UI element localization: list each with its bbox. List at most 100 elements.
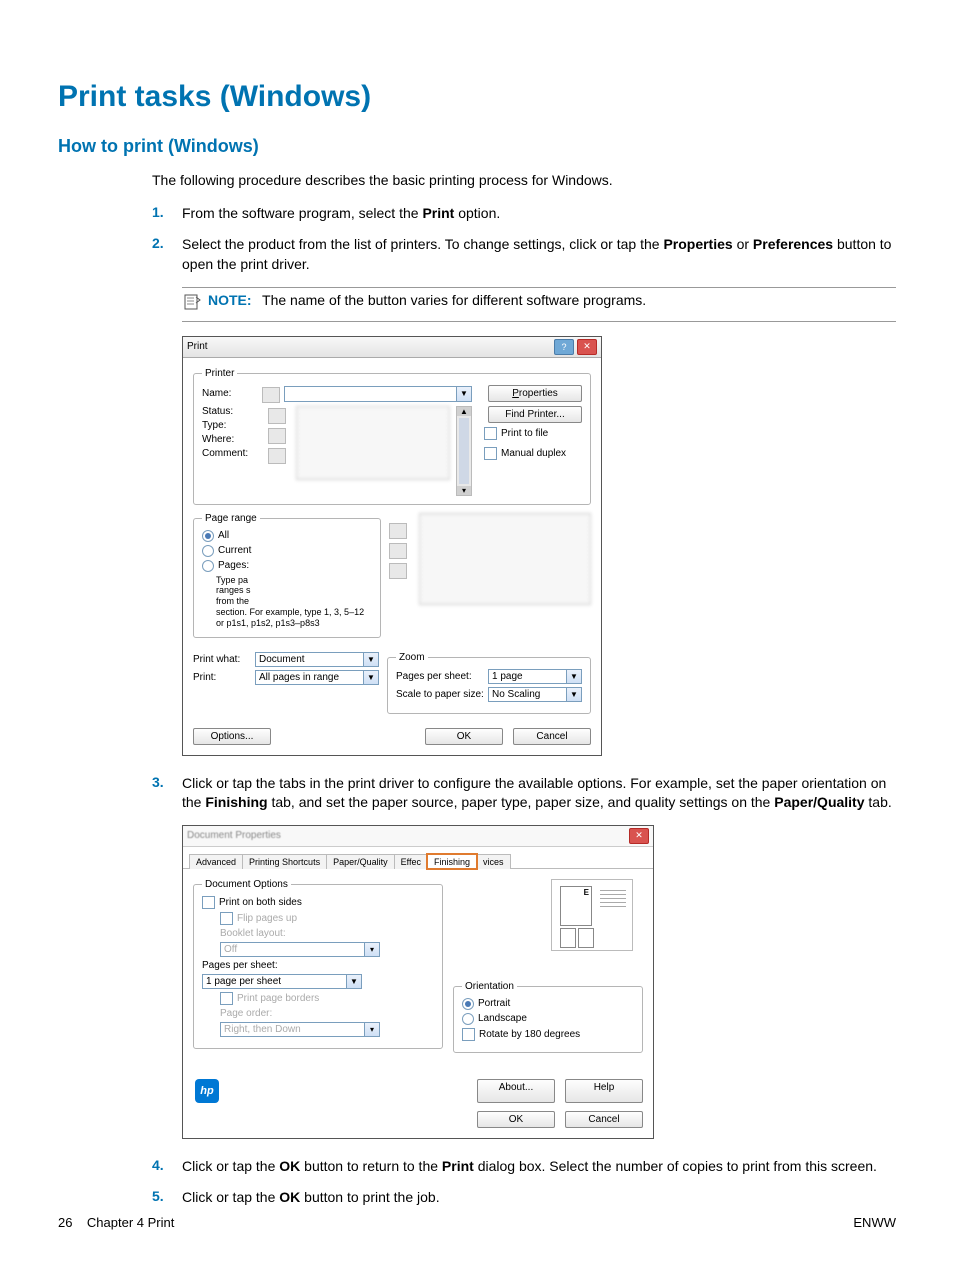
chapter-label: Chapter 4 Print [87,1215,174,1230]
tab-paper-quality[interactable]: Paper/Quality [326,854,395,869]
print-both-sides-label: Print on both sides [219,897,302,908]
manual-duplex-checkbox[interactable] [484,447,497,460]
help-button[interactable]: Help [565,1079,643,1103]
hp-logo-icon: hp [195,1079,219,1103]
step-number: 3. [152,774,182,790]
tab-finishing[interactable]: Finishing [427,854,477,869]
step-4: 4. Click or tap the OK button to return … [58,1157,896,1177]
printer-icon [389,543,407,559]
hint-text: section. For example, type 1, 3, 5–12 [216,607,372,618]
pages-per-sheet-dropdown[interactable]: 1 page per sheet ▼ [202,974,362,989]
comment-label: Comment: [202,448,248,459]
scroll-up-icon[interactable]: ▲ [457,407,471,416]
chevron-down-icon: ▾ [364,942,380,957]
close-icon[interactable]: ✕ [577,339,597,355]
page-footer: 26 Chapter 4 Print ENWW [58,1215,896,1230]
printer-icon [389,523,407,539]
landscape-radio[interactable] [462,1013,474,1025]
page-order-dropdown: Right, then Down ▾ [220,1022,380,1037]
document-properties-dialog: Document Properties ✕ Advanced Printing … [182,825,654,1139]
text-bold: Paper/Quality [774,794,864,810]
chevron-down-icon[interactable]: ▼ [346,974,362,989]
dialog-title: Document Properties [187,830,281,841]
pages-radio[interactable] [202,560,214,572]
text-bold: Print [422,205,454,221]
chevron-down-icon[interactable]: ▼ [566,669,582,684]
print-both-sides-checkbox[interactable] [202,896,215,909]
dialog-title: Print [187,341,208,352]
tab-printing-shortcuts[interactable]: Printing Shortcuts [242,854,327,869]
tab-advanced[interactable]: Advanced [189,854,243,869]
hint-text: from the [216,596,372,607]
printer-legend: Printer [202,368,237,379]
find-printer-button[interactable]: Find Printer... [488,406,582,423]
current-label: Current [218,545,251,556]
chevron-down-icon[interactable]: ▼ [456,386,472,402]
status-label: Status: [202,406,233,417]
cancel-button[interactable]: Cancel [513,728,591,745]
close-icon[interactable]: ✕ [629,828,649,844]
text: Click or tap the [182,1189,279,1205]
printer-icon [268,408,286,424]
printer-list-blurred [296,406,450,480]
ok-button[interactable]: OK [425,728,503,745]
text: button to print the job. [300,1189,439,1205]
printer-name-dropdown[interactable]: ▼ [284,386,472,402]
step-3: 3. Click or tap the tabs in the print dr… [58,774,896,813]
printer-icon [268,448,286,464]
portrait-radio[interactable] [462,998,474,1010]
tab-effects[interactable]: Effec [394,854,428,869]
text: tab. [865,794,892,810]
text: Click or tap the [182,1158,279,1174]
ok-button[interactable]: OK [477,1111,555,1128]
properties-button[interactable]: PPropertiesroperties [488,385,582,402]
chevron-down-icon[interactable]: ▼ [566,687,582,702]
page-title: Print tasks (Windows) [58,80,896,114]
text-bold: Preferences [753,236,833,252]
print-what-dropdown[interactable]: Document ▼ [255,652,379,667]
page-order-label: Page order: [220,1008,272,1019]
note-text: The name of the button varies for differ… [262,292,646,308]
footer-right: ENWW [853,1215,896,1230]
chevron-down-icon[interactable]: ▼ [363,652,379,667]
text-bold: Print [442,1158,474,1174]
print-pages-dropdown[interactable]: All pages in range ▼ [255,670,379,685]
help-icon[interactable]: ? [554,339,574,355]
section-heading: How to print (Windows) [58,136,896,157]
flip-pages-checkbox [220,912,233,925]
print-to-file-checkbox[interactable] [484,427,497,440]
pages-per-sheet-label: Pages per sheet: [396,671,488,682]
text-bold: Properties [663,236,732,252]
copies-blurred [419,513,591,605]
cancel-button[interactable]: Cancel [565,1111,643,1128]
pages-per-sheet-label: Pages per sheet: [202,960,278,971]
note-block: NOTE: The name of the button varies for … [182,287,896,322]
step-2: 2. Select the product from the list of p… [58,235,896,274]
landscape-label: Landscape [478,1013,527,1024]
portrait-label: Portrait [478,998,510,1009]
printer-icon [389,563,407,579]
scale-to-paper-label: Scale to paper size: [396,689,488,700]
hint-text: ranges s [216,585,372,596]
print-what-label: Print what: [193,654,255,665]
printer-icon [262,387,280,403]
hint-text: Type pa [216,575,372,586]
scale-to-paper-dropdown[interactable]: No Scaling ▼ [488,687,582,702]
step-number: 5. [152,1188,182,1204]
tab-services[interactable]: vices [476,854,511,869]
scrollbar[interactable]: ▲ ▾ [456,406,472,496]
options-button[interactable]: Options... [193,728,271,745]
hint-text: or p1s1, p1s2, p1s3–p8s3 [216,618,372,629]
all-radio[interactable] [202,530,214,542]
chevron-down-icon[interactable]: ▼ [363,670,379,685]
text-bold: OK [279,1158,300,1174]
rotate-180-checkbox[interactable] [462,1028,475,1041]
current-radio[interactable] [202,545,214,557]
print-dialog: Print ? ✕ Printer Name: [182,336,602,756]
pages-per-sheet-dropdown[interactable]: 1 page ▼ [488,669,582,684]
orientation-legend: Orientation [462,981,517,992]
scroll-down-icon[interactable]: ▾ [457,486,471,495]
print-page-borders-checkbox [220,992,233,1005]
booklet-layout-label: Booklet layout: [220,928,286,939]
about-button[interactable]: About... [477,1079,555,1103]
